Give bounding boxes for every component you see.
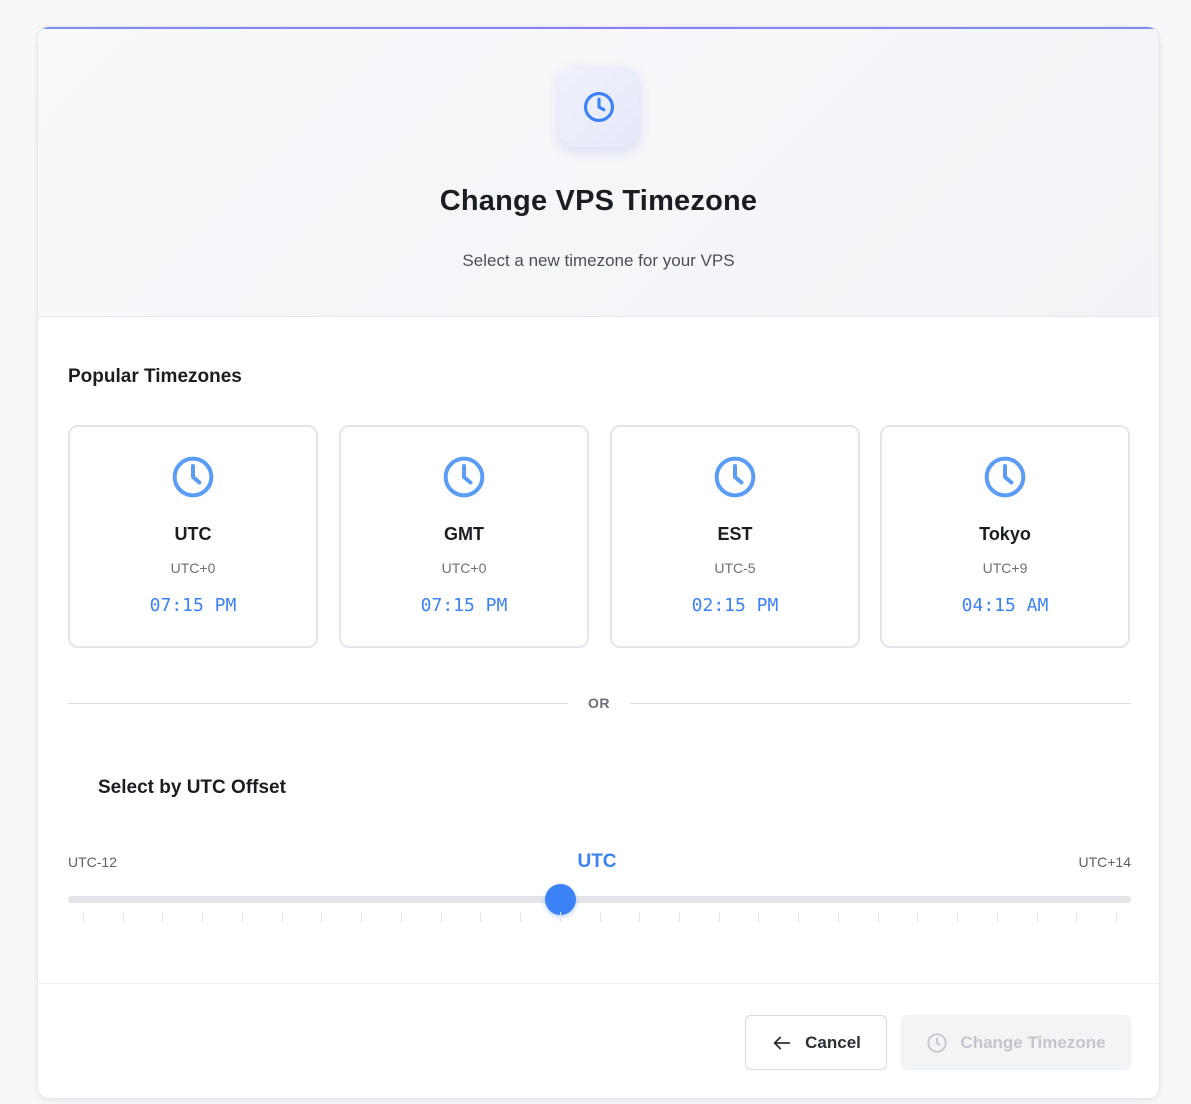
slider-tick (1036, 912, 1038, 922)
cancel-button[interactable]: Cancel (745, 1015, 887, 1070)
slider-tick (520, 912, 522, 922)
slider-tick (480, 912, 482, 922)
timezone-card-est[interactable]: EST UTC-5 02:15 PM (610, 425, 860, 648)
footer-divider (38, 983, 1159, 984)
offset-max-label: UTC+14 (1078, 854, 1131, 870)
clock-icon (443, 456, 485, 498)
slider-tick (281, 912, 283, 922)
slider-tick (718, 912, 720, 922)
timezone-offset: UTC+9 (982, 560, 1028, 576)
timezone-time: 07:15 PM (420, 595, 508, 616)
slider-tick (678, 912, 680, 922)
clock-icon (984, 456, 1026, 498)
slider-tick (440, 912, 442, 922)
utc-offset-heading: Select by UTC Offset (98, 777, 286, 798)
slider-tick (917, 912, 919, 922)
timezone-card-gmt[interactable]: GMT UTC+0 07:15 PM (339, 425, 589, 648)
divider-right (630, 703, 1131, 704)
slider-tick (321, 912, 323, 922)
slider-tick (798, 912, 800, 922)
slider-tick (162, 912, 164, 922)
offset-slider-track[interactable] (68, 896, 1131, 903)
or-divider-label: OR (588, 695, 610, 711)
timezone-offset: UTC-5 (714, 560, 756, 576)
offset-current-label: UTC (577, 851, 617, 872)
slider-tick (837, 912, 839, 922)
divider-left (68, 703, 568, 704)
slider-tick (202, 912, 204, 922)
slider-tick (758, 912, 760, 922)
clock-icon (927, 1032, 948, 1053)
timezone-offset: UTC+0 (170, 560, 216, 576)
slider-tick (559, 912, 561, 922)
slider-tick (83, 912, 84, 922)
clock-icon (583, 91, 615, 123)
timezone-name: GMT (444, 524, 484, 544)
clock-icon (172, 456, 214, 498)
slider-tick (877, 912, 879, 922)
timezone-card-tokyo[interactable]: Tokyo UTC+9 04:15 AM (880, 425, 1130, 648)
timezone-name: UTC (174, 524, 212, 544)
arrow-left-icon (773, 1036, 791, 1049)
timezone-time: 02:15 PM (691, 595, 779, 616)
change-timezone-button-label: Change Timezone (960, 1032, 1106, 1052)
header-clock-badge (559, 67, 639, 147)
slider-tick (639, 912, 641, 922)
dialog-header: Change VPS Timezone Select a new timezon… (38, 27, 1159, 317)
popular-timezones-heading: Popular Timezones (68, 366, 242, 387)
offset-min-label: UTC-12 (68, 854, 118, 870)
timezone-dialog: Change VPS Timezone Select a new timezon… (37, 26, 1160, 1099)
cancel-button-label: Cancel (805, 1032, 861, 1052)
slider-tick (122, 912, 124, 922)
timezone-time: 07:15 PM (149, 595, 237, 616)
slider-tick (361, 912, 363, 922)
timezone-name: EST (717, 524, 753, 544)
page-subtitle: Select a new timezone for your VPS (462, 251, 735, 270)
slider-tick (957, 912, 959, 922)
change-timezone-button[interactable]: Change Timezone (901, 1015, 1131, 1070)
slider-tick (1076, 912, 1078, 922)
timezone-time: 04:15 AM (961, 595, 1049, 616)
offset-slider-ticks (68, 912, 1131, 924)
page-title: Change VPS Timezone (439, 185, 758, 217)
slider-tick (241, 912, 243, 922)
offset-slider-thumb[interactable] (544, 884, 576, 915)
timezone-offset: UTC+0 (441, 560, 487, 576)
clock-icon (714, 456, 756, 498)
timezone-name: Tokyo (979, 524, 1031, 544)
timezone-card-utc[interactable]: UTC UTC+0 07:15 PM (68, 425, 318, 648)
slider-tick (599, 912, 601, 922)
slider-tick (400, 912, 402, 922)
slider-tick (996, 912, 998, 922)
slider-tick (1116, 912, 1117, 922)
